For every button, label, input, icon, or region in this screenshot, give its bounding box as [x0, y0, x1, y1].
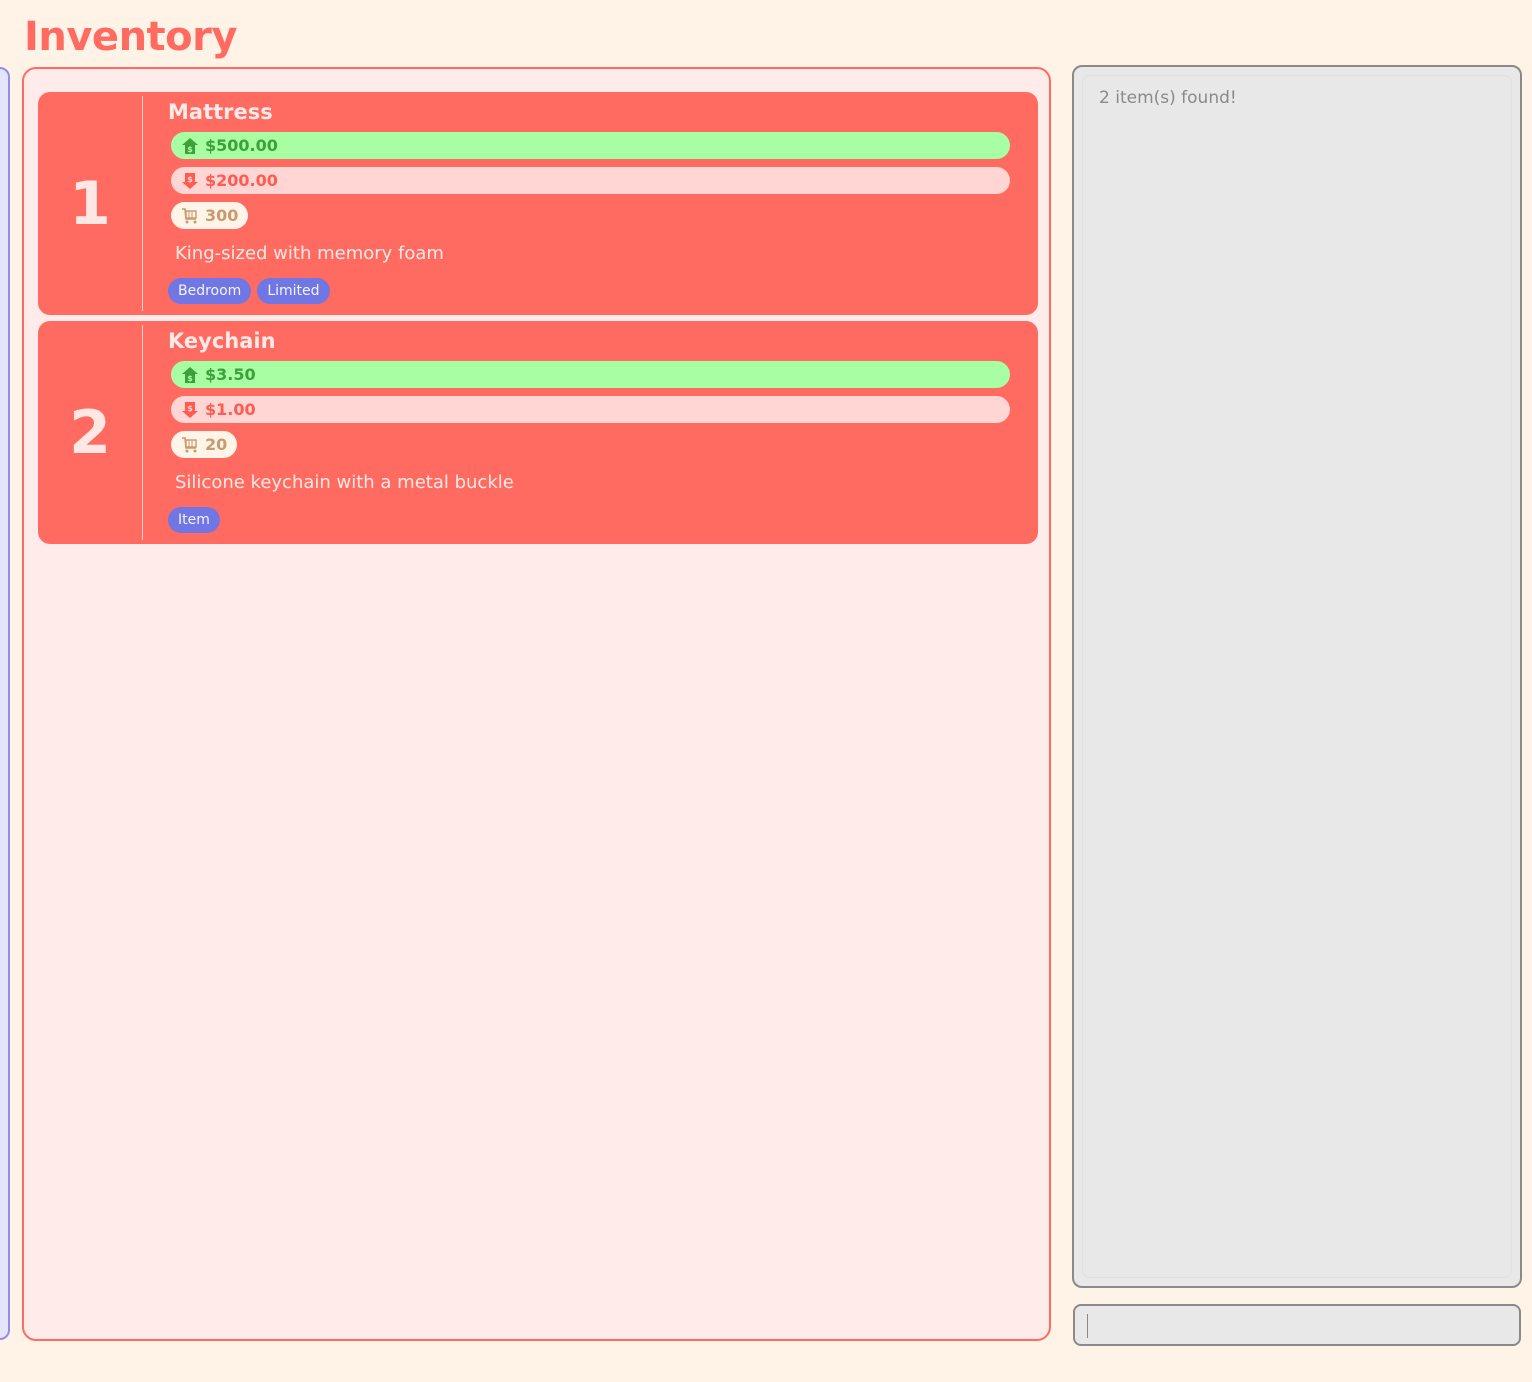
tag-chip: Bedroom	[168, 278, 252, 304]
text-caret	[1087, 1314, 1088, 1338]
svg-text:$: $	[187, 404, 193, 413]
sell-price-bar: $ $500.00	[171, 132, 1010, 159]
sell-price-bar: $ $3.50	[171, 361, 1010, 388]
result-display[interactable]: 2 item(s) found!	[1072, 65, 1522, 1288]
cost-price-bar: $ $1.00	[171, 396, 1010, 423]
result-text-area: 2 item(s) found!	[1082, 75, 1512, 1278]
quantity-value: 20	[205, 435, 228, 454]
sell-price: $3.50	[205, 365, 256, 384]
command-input[interactable]	[1091, 1306, 1509, 1344]
svg-text:$: $	[187, 374, 193, 383]
cost-price: $1.00	[205, 400, 256, 419]
item-index: 1	[69, 168, 111, 239]
item-card[interactable]: 1 Mattress $ $500.00 $ $200.00 300 King-…	[38, 92, 1038, 315]
cost-price-bar: $ $200.00	[171, 167, 1010, 194]
card-divider	[142, 96, 143, 311]
price-down-tag-icon: $	[181, 401, 199, 419]
item-description: King-sized with memory foam	[175, 243, 444, 264]
command-box[interactable]	[1073, 1304, 1521, 1346]
price-up-tag-icon: $	[181, 137, 199, 155]
item-list-panel[interactable]: 1 Mattress $ $500.00 $ $200.00 300 King-…	[22, 67, 1051, 1341]
price-up-tag-icon: $	[181, 366, 199, 384]
item-card[interactable]: 2 Keychain $ $3.50 $ $1.00 20 Silicone k…	[38, 321, 1038, 544]
quantity-badge: 20	[171, 431, 238, 458]
tag-list: Item	[168, 507, 220, 533]
tag-chip: Item	[168, 507, 220, 533]
quantity-badge: 300	[171, 202, 249, 229]
item-name: Mattress	[168, 100, 273, 124]
item-name: Keychain	[168, 329, 276, 353]
page-title: Inventory	[24, 14, 237, 60]
tag-chip: Limited	[257, 278, 330, 304]
item-description: Silicone keychain with a metal buckle	[175, 472, 514, 493]
sell-price: $500.00	[205, 136, 278, 155]
side-panel-edge	[0, 67, 10, 1340]
card-divider	[142, 325, 143, 540]
shopping-cart-icon	[181, 207, 199, 225]
svg-text:$: $	[187, 145, 193, 154]
result-message: 2 item(s) found!	[1099, 88, 1237, 108]
price-down-tag-icon: $	[181, 172, 199, 190]
item-index: 2	[69, 397, 111, 468]
cost-price: $200.00	[205, 171, 278, 190]
shopping-cart-icon	[181, 436, 199, 454]
quantity-value: 300	[205, 206, 239, 225]
svg-text:$: $	[187, 175, 193, 184]
tag-list: Bedroom Limited	[168, 278, 330, 304]
